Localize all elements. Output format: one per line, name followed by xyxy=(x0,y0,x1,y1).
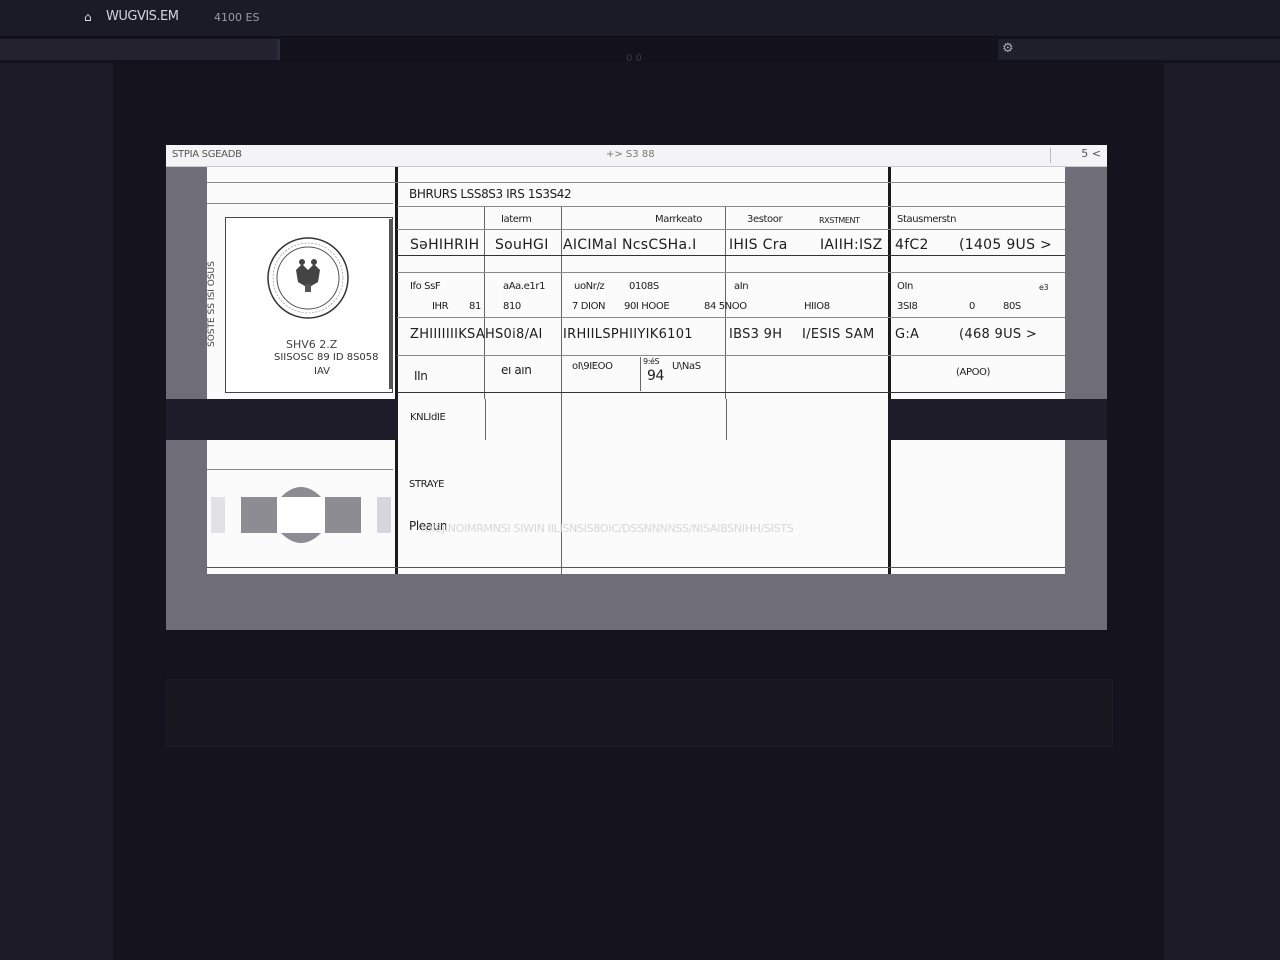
rule-v6 xyxy=(640,357,641,391)
row2b-c4: 7 DION xyxy=(572,301,606,312)
col-head-2: Marrkeato xyxy=(655,214,702,225)
row4-c1: IIn xyxy=(414,369,428,383)
row1-c7: (1405 9US > xyxy=(959,237,1053,253)
rule-v4 xyxy=(561,207,562,574)
seal-caption-3: IAV xyxy=(314,366,330,377)
row3-c5: I/ESIS SAM xyxy=(802,327,875,342)
window-title: WUGVIS.EM xyxy=(106,9,179,24)
row2b-c8: 3SI8 xyxy=(897,301,918,312)
seal-edge xyxy=(389,219,393,389)
viewer-divider xyxy=(1050,148,1051,163)
col-head-1: Iaterm xyxy=(501,214,532,225)
stamp-shape-icon xyxy=(211,487,391,543)
rule-h3 xyxy=(397,255,1065,256)
col-head-3: 3estoor xyxy=(747,214,783,225)
row2b-c1: IHR xyxy=(432,301,449,312)
seal-emblem-icon xyxy=(267,237,349,319)
row2a-c4: 0108S xyxy=(629,281,659,292)
row2a-c5: aIn xyxy=(734,281,749,292)
viewer-nav-buttons[interactable]: 5 < xyxy=(1081,147,1101,160)
row2b-c3: 810 xyxy=(503,301,521,312)
seal-vertical-text: SOSTE SS ISI OSUS xyxy=(207,261,217,347)
rule-h1a xyxy=(207,203,393,204)
address-field[interactable] xyxy=(0,39,280,60)
row2a-c3: uoNr/z xyxy=(574,281,605,292)
seal-caption-1: SHV6 2.Z xyxy=(286,338,338,351)
row3-c6: G:A xyxy=(895,327,920,342)
rule-h5 xyxy=(397,317,1065,318)
window-subtitle: 4100 ES xyxy=(214,11,260,24)
rule-h8 xyxy=(207,469,393,470)
viewer-file-label: STPIA SGEADB xyxy=(172,149,242,160)
seal-caption-2: SIISOSC 89 ID 8S058 xyxy=(274,352,379,363)
row4-c7: (APOO) xyxy=(956,367,991,378)
row3-c7: (468 9US > xyxy=(959,327,1038,342)
row1-c1: SǝHIHRIH xyxy=(410,237,480,253)
col-head-4: RXSTMENT xyxy=(819,216,860,225)
row1-c2: SouHGI xyxy=(495,237,549,253)
row4-c2: eı aın xyxy=(501,363,532,377)
row3-c2: S0i8/AI xyxy=(495,327,543,342)
rule-h4 xyxy=(397,272,1065,273)
row1-c5: IAIIH:ISZ xyxy=(820,237,883,253)
redaction-band: KNLIdIE xyxy=(166,399,1107,440)
viewer-header: STPIA SGEADB +> S3 88 5 < xyxy=(166,145,1107,167)
row4-c5: 94 xyxy=(647,368,665,384)
row4-c3: oI\9IEOO xyxy=(572,361,613,372)
row4-c4: 9:éS xyxy=(643,357,660,366)
gear-icon[interactable]: ⚙ xyxy=(1002,41,1014,56)
rule-h6 xyxy=(397,355,1065,356)
lower-empty-panel xyxy=(166,679,1113,747)
row2b-c9: 0 xyxy=(969,301,975,312)
toolbar-right-panel: ⚙ xyxy=(998,39,1280,60)
form-title: BHRURS LSS8S3 IRS 1S3S42 xyxy=(409,187,572,201)
page-indicator: 0 0 xyxy=(626,53,642,64)
rule-h2 xyxy=(397,229,1065,230)
window-titlebar: ⌂ WUGVIS.EM 4100 ES xyxy=(0,0,1280,37)
row1-c3: AICIMal NcsCSHa.I xyxy=(563,237,697,253)
col-head-5: Stausmerstn xyxy=(897,214,957,225)
lower-label-1: STRAYE xyxy=(409,479,445,490)
row2a-c7: e3 xyxy=(1039,283,1049,292)
document-viewer[interactable]: STPIA SGEADB +> S3 88 5 < BHRURS LSS8S3 … xyxy=(166,145,1107,630)
row5-label: KNLIdIE xyxy=(410,412,446,423)
rule-h7 xyxy=(397,392,1065,393)
row2a-c1: Ifo SsF xyxy=(410,281,441,292)
row4-c6: U\NaS xyxy=(672,361,701,372)
right-sidebar xyxy=(1164,63,1280,960)
rule-h9 xyxy=(207,567,1065,568)
row2a-c6: OIn xyxy=(897,281,913,292)
row2b-c7: HIIO8 xyxy=(804,301,830,312)
rule-h0 xyxy=(207,182,1065,183)
row2b-c6: 84 5NOO xyxy=(704,301,747,312)
row3-c1: ZHIIIIIIIKSAH xyxy=(410,327,496,342)
row1-c6: 4fC2 xyxy=(895,237,929,253)
row3-c3: IRHIILSPHIIYIK6101 xyxy=(563,327,693,342)
row2b-c10: 80S xyxy=(1003,301,1021,312)
lower-faint-text: IOIEJINOIMRMNSI SIWIN IILISNSIS8OIC/DSSN… xyxy=(421,522,794,535)
row3-c4: IBS3 9H xyxy=(729,327,783,342)
row2b-c2: 81 xyxy=(469,301,481,312)
row2a-c2: aAa.e1r1 xyxy=(503,281,546,292)
band-paper-cell: KNLIdIE xyxy=(398,399,888,440)
home-icon[interactable]: ⌂ xyxy=(84,11,96,23)
official-seal-box: SHV6 2.Z SIISOSC 89 ID 8S058 IAV xyxy=(225,217,393,393)
document-page: BHRURS LSS8S3 IRS 1S3S42 Iaterm Marrkeat… xyxy=(207,167,1065,574)
row2b-c5: 90I HOOE xyxy=(624,301,670,312)
viewer-page-label: +> S3 88 xyxy=(606,149,655,160)
row1-c4: IHIS Cra xyxy=(729,237,788,253)
left-sidebar xyxy=(0,63,113,960)
rule-h1 xyxy=(397,206,1065,207)
